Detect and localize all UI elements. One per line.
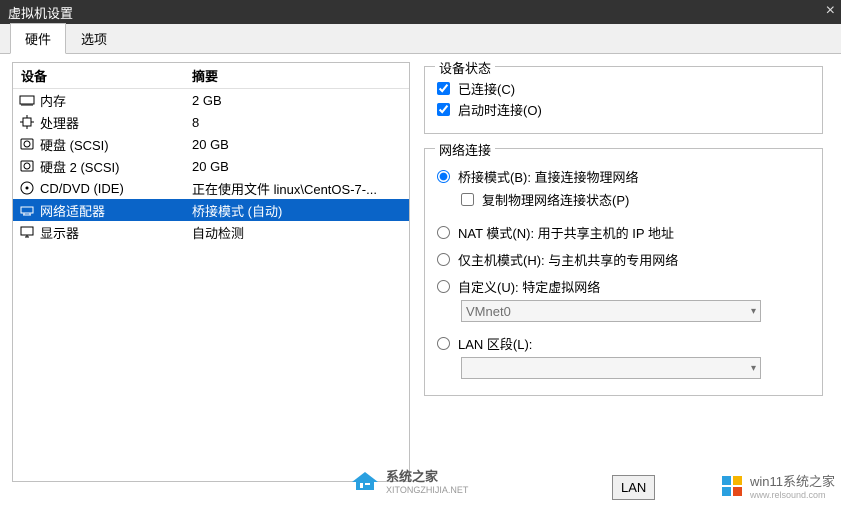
replicate-checkbox-row[interactable]: 复制物理网络连接状态(P) (461, 190, 810, 209)
hardware-list: 设备 摘要 内存2 GB处理器8硬盘 (SCSI)20 GB硬盘 2 (SCSI… (12, 62, 410, 482)
network-group: 网络连接 桥接模式(B): 直接连接物理网络 复制物理网络连接状态(P) NAT… (424, 148, 823, 396)
custom-radio-row[interactable]: 自定义(U): 特定虚拟网络 (437, 277, 810, 296)
nat-radio[interactable] (437, 226, 450, 239)
detail-panel: 设备状态 已连接(C) 启动时连接(O) 网络连接 桥接模式(B): 直接连接物… (424, 62, 831, 506)
cd-icon (19, 180, 35, 196)
connect-at-start-label: 启动时连接(O) (458, 100, 542, 119)
device-name: 硬盘 (SCSI) (40, 135, 109, 154)
window-title: 虚拟机设置 (8, 3, 73, 22)
hostonly-label: 仅主机模式(H): 与主机共享的专用网络 (458, 250, 678, 269)
device-name: 处理器 (40, 113, 79, 132)
lan-radio-row[interactable]: LAN 区段(L): (437, 334, 810, 353)
memory-icon (19, 92, 35, 108)
list-row[interactable]: 显示器 自动检测 (13, 221, 409, 243)
device-status-group: 设备状态 已连接(C) 启动时连接(O) (424, 66, 823, 134)
lan-segments-button[interactable]: LAN (612, 475, 655, 500)
device-name: 内存 (40, 91, 66, 110)
bridged-radio-row[interactable]: 桥接模式(B): 直接连接物理网络 (437, 167, 810, 186)
device-name: CD/DVD (IDE) (40, 181, 124, 196)
chevron-down-icon: ▾ (751, 306, 756, 317)
list-row[interactable]: 内存 2 GB (13, 89, 409, 111)
list-row[interactable]: 硬盘 2 (SCSI) 20 GB (13, 155, 409, 177)
lan-segment-select: ▾ (461, 357, 761, 379)
device-status-legend: 设备状态 (435, 58, 495, 77)
watermark-win11: win11系统之家 www.relsound.com (720, 471, 835, 500)
connect-at-start-checkbox[interactable] (437, 103, 450, 116)
chevron-down-icon: ▾ (751, 363, 756, 374)
list-header: 设备 摘要 (13, 63, 409, 89)
list-row[interactable]: 硬盘 (SCSI) 20 GB (13, 133, 409, 155)
watermark2-name: win11系统之家 (750, 474, 835, 489)
device-name: 显示器 (40, 223, 79, 242)
close-icon[interactable]: × (826, 2, 835, 20)
replicate-checkbox[interactable] (461, 193, 474, 206)
replicate-label: 复制物理网络连接状态(P) (482, 190, 629, 209)
connect-at-start-checkbox-row[interactable]: 启动时连接(O) (437, 100, 810, 119)
watermark2-url: www.relsound.com (750, 490, 835, 500)
device-summary: 桥接模式 (自动) (188, 201, 409, 220)
custom-label: 自定义(U): 特定虚拟网络 (458, 277, 600, 296)
connected-checkbox[interactable] (437, 82, 450, 95)
list-row[interactable]: 网络适配器 桥接模式 (自动) (13, 199, 409, 221)
connected-label: 已连接(C) (458, 79, 515, 98)
list-row[interactable]: 处理器 8 (13, 111, 409, 133)
lan-radio[interactable] (437, 337, 450, 350)
watermark1-name: 系统之家 (386, 469, 438, 484)
tab-options[interactable]: 选项 (66, 23, 122, 53)
bridged-label: 桥接模式(B): 直接连接物理网络 (458, 167, 639, 186)
device-summary: 自动检测 (188, 223, 409, 242)
lan-label: LAN 区段(L): (458, 334, 532, 353)
device-name: 硬盘 2 (SCSI) (40, 157, 119, 176)
watermark-xitongzhijia: 系统之家 XITONGZHIJIA.NET (350, 466, 468, 495)
custom-vmnet-select: VMnet0 ▾ (461, 300, 761, 322)
custom-radio[interactable] (437, 280, 450, 293)
hdd-icon (19, 158, 35, 174)
display-icon (19, 224, 35, 240)
nat-radio-row[interactable]: NAT 模式(N): 用于共享主机的 IP 地址 (437, 223, 810, 242)
list-row[interactable]: CD/DVD (IDE) 正在使用文件 linux\CentOS-7-... (13, 177, 409, 199)
tab-hardware[interactable]: 硬件 (10, 23, 66, 54)
hostonly-radio[interactable] (437, 253, 450, 266)
device-summary: 20 GB (188, 159, 409, 174)
device-summary: 2 GB (188, 93, 409, 108)
tab-bar: 硬件 选项 (0, 24, 841, 54)
hdd-icon (19, 136, 35, 152)
cpu-icon (19, 114, 35, 130)
header-device: 设备 (13, 66, 188, 85)
net-icon (19, 202, 35, 218)
watermark1-url: XITONGZHIJIA.NET (386, 485, 468, 495)
device-summary: 8 (188, 115, 409, 130)
network-legend: 网络连接 (435, 140, 495, 159)
win11-icon (720, 474, 744, 498)
device-summary: 正在使用文件 linux\CentOS-7-... (188, 179, 409, 198)
connected-checkbox-row[interactable]: 已连接(C) (437, 79, 810, 98)
header-summary: 摘要 (188, 66, 409, 85)
house-icon (350, 470, 380, 492)
custom-vmnet-value: VMnet0 (466, 304, 511, 319)
device-summary: 20 GB (188, 137, 409, 152)
device-name: 网络适配器 (40, 201, 105, 220)
nat-label: NAT 模式(N): 用于共享主机的 IP 地址 (458, 223, 674, 242)
hostonly-radio-row[interactable]: 仅主机模式(H): 与主机共享的专用网络 (437, 250, 810, 269)
titlebar: 虚拟机设置 × (0, 0, 841, 24)
bridged-radio[interactable] (437, 170, 450, 183)
